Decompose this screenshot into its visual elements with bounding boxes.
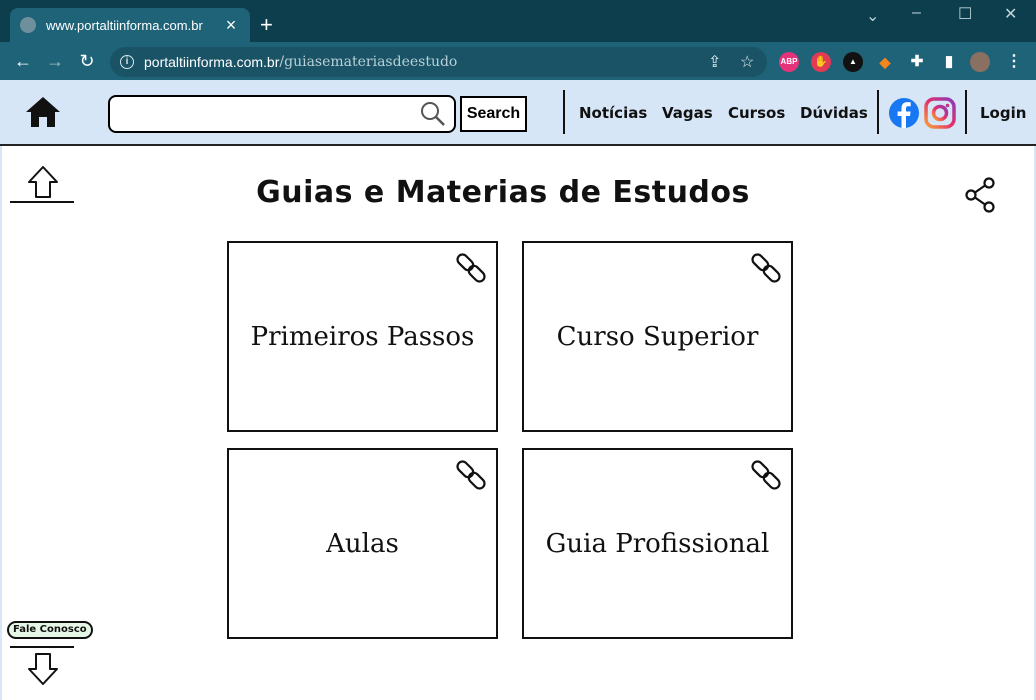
url-host: portaltiinforma.com.br: [144, 54, 280, 70]
card-label: Primeiros Passos: [250, 321, 475, 352]
home-icon[interactable]: [24, 95, 62, 129]
down-overline: [10, 646, 74, 648]
minimize-icon[interactable]: –: [912, 4, 921, 22]
menu-kebab-icon[interactable]: ⋮: [1004, 52, 1024, 72]
share-icon[interactable]: [964, 177, 998, 213]
card-primeiros-passos[interactable]: Primeiros Passos: [227, 241, 498, 432]
fox-extension-icon[interactable]: ◆: [875, 52, 895, 72]
nav-cursos[interactable]: Cursos: [728, 104, 785, 122]
link-icon: [456, 460, 486, 490]
divider: [877, 90, 879, 134]
down-arrow-icon[interactable]: [26, 652, 60, 686]
search-input[interactable]: [108, 95, 456, 133]
maximize-icon[interactable]: ☐: [958, 4, 972, 24]
link-icon: [456, 253, 486, 283]
card-label: Curso Superior: [556, 321, 759, 352]
card-aulas[interactable]: Aulas: [227, 448, 498, 639]
reload-icon[interactable]: ↻: [74, 48, 100, 74]
browser-toolbar: ← → ↻ i portaltiinforma.com.br/guiasemat…: [0, 42, 1036, 80]
bookmark-star-icon[interactable]: ☆: [740, 52, 754, 72]
new-tab-button[interactable]: +: [260, 14, 273, 36]
profile-avatar[interactable]: [970, 52, 990, 72]
site-info-icon[interactable]: i: [120, 55, 134, 69]
card-guia-profissional[interactable]: Guia Profissional: [522, 448, 793, 639]
extensions-puzzle-icon[interactable]: ✚: [907, 52, 927, 72]
nav-noticias[interactable]: Notícias: [579, 104, 647, 122]
login-link[interactable]: Login: [980, 104, 1026, 122]
site-header: Search Notícias Vagas Cursos Dúvidas Log…: [0, 80, 1036, 146]
tab-title: www.portaltiinforma.com.br: [46, 17, 203, 33]
window-close-icon[interactable]: ✕: [1004, 4, 1017, 24]
tab-search-icon[interactable]: ⌄: [866, 6, 879, 26]
card-label: Aulas: [326, 528, 399, 559]
facebook-icon[interactable]: [888, 97, 920, 129]
nav-duvidas[interactable]: Dúvidas: [800, 104, 868, 122]
share-page-icon[interactable]: ⇪: [708, 52, 721, 72]
forward-icon[interactable]: →: [42, 48, 68, 74]
card-label: Guia Profissional: [545, 528, 770, 559]
close-tab-icon[interactable]: ×: [222, 16, 240, 34]
search-icon[interactable]: [420, 101, 446, 127]
card-curso-superior[interactable]: Curso Superior: [522, 241, 793, 432]
contact-button[interactable]: Fale Conosco: [7, 621, 93, 639]
page-title: Guias e Materias de Estudos: [256, 175, 750, 210]
dark-extension-icon[interactable]: ▲: [843, 52, 863, 72]
link-icon: [751, 253, 781, 283]
back-icon[interactable]: ←: [10, 48, 36, 74]
instagram-icon[interactable]: [924, 97, 956, 129]
browser-tab[interactable]: www.portaltiinforma.com.br ×: [10, 8, 250, 42]
link-icon: [751, 460, 781, 490]
browser-tab-bar: www.portaltiinforma.com.br × + ⌄ – ☐ ✕: [0, 0, 1036, 42]
nav-vagas[interactable]: Vagas: [662, 104, 713, 122]
page-border-left: [0, 146, 2, 700]
url-path: /guiasemateriasdeestudo: [279, 54, 458, 70]
globe-icon: [20, 17, 36, 33]
address-bar[interactable]: i portaltiinforma.com.br/guiasemateriasd…: [110, 47, 767, 77]
hand-extension-icon[interactable]: ✋: [811, 52, 831, 72]
side-panel-icon[interactable]: ▮: [939, 52, 959, 72]
search-button[interactable]: Search: [460, 96, 527, 132]
divider: [965, 90, 967, 134]
adblock-extension-icon[interactable]: ABP: [779, 52, 799, 72]
divider: [563, 90, 565, 134]
